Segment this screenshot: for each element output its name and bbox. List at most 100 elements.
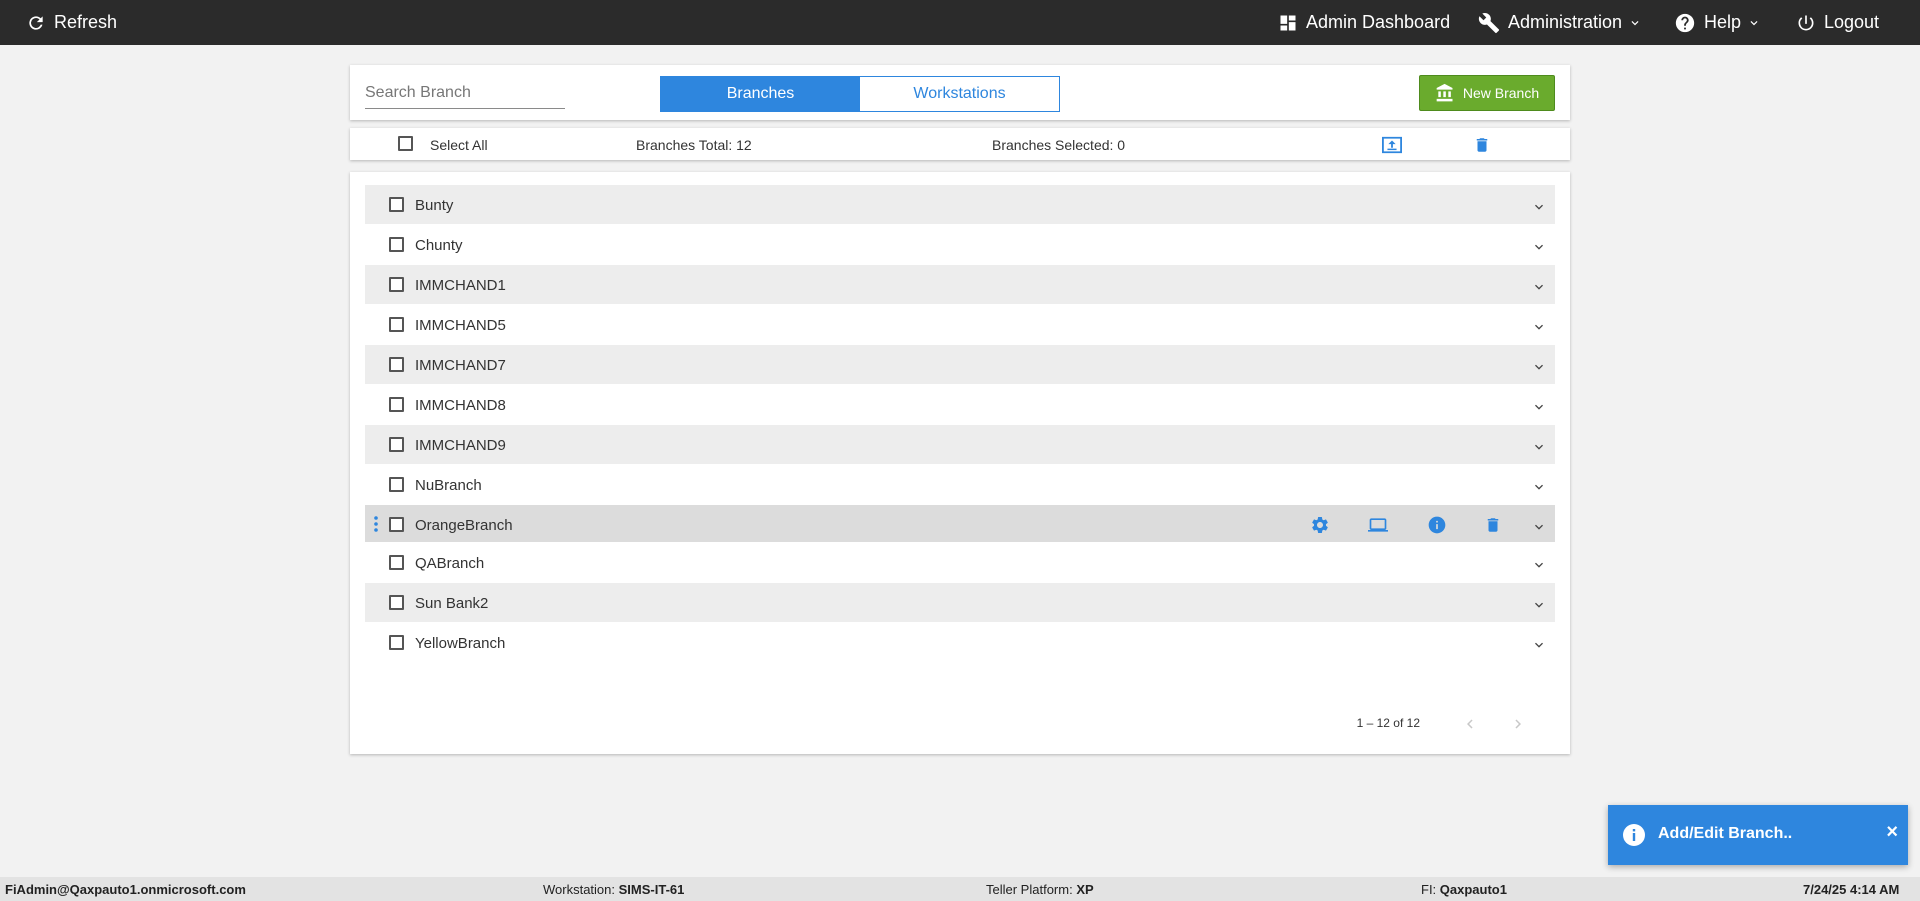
row-checkbox[interactable]: [389, 357, 404, 372]
trash-icon: [1487, 518, 1499, 532]
chevron-down-icon[interactable]: [1531, 319, 1547, 335]
fi-value: Qaxpauto1: [1439, 882, 1507, 897]
current-user: FiAdmin@Qaxpauto1.onmicrosoft.com: [5, 882, 246, 897]
help-menu[interactable]: Help: [1674, 0, 1761, 45]
chevron-down-icon[interactable]: [1531, 557, 1547, 573]
row-checkbox[interactable]: [389, 397, 404, 412]
row-checkbox[interactable]: [389, 635, 404, 650]
branch-name: QABranch: [415, 555, 485, 572]
info-icon: [1623, 824, 1645, 846]
bank-icon: [1436, 83, 1453, 102]
status-bar: FiAdmin@Qaxpauto1.onmicrosoft.com Workst…: [0, 877, 1920, 901]
trash-icon: [1476, 138, 1488, 152]
list-item[interactable]: Chunty: [365, 225, 1555, 264]
chevron-down-icon[interactable]: [1531, 519, 1547, 535]
list-item[interactable]: OrangeBranch: [365, 505, 1555, 542]
delete-branch-button[interactable]: [1484, 515, 1502, 535]
row-checkbox[interactable]: [389, 555, 404, 570]
branch-name: Sun Bank2: [415, 595, 489, 612]
teller-platform-label: Teller Platform:: [986, 882, 1073, 897]
chevron-down-icon[interactable]: [1531, 637, 1547, 653]
refresh-button[interactable]: Refresh: [26, 0, 117, 45]
row-checkbox[interactable]: [389, 437, 404, 452]
workstations-button[interactable]: [1366, 515, 1390, 535]
toast-close-button[interactable]: ×: [1886, 821, 1898, 844]
teller-platform-value: XP: [1076, 882, 1094, 897]
branches-total: Branches Total: 12: [636, 137, 752, 153]
refresh-icon: [29, 15, 43, 30]
select-all-checkbox[interactable]: [398, 136, 413, 151]
row-checkbox[interactable]: [389, 317, 404, 332]
chevron-down-icon[interactable]: [1531, 439, 1547, 455]
chevron-down-icon[interactable]: [1531, 199, 1547, 215]
chevron-down-icon[interactable]: [1531, 479, 1547, 495]
info-button[interactable]: [1427, 515, 1447, 535]
chevron-down-icon: [1631, 20, 1639, 25]
list-item[interactable]: QABranch: [365, 543, 1555, 582]
branch-name: YellowBranch: [415, 635, 506, 652]
list-item[interactable]: Bunty: [365, 185, 1555, 224]
logout-button[interactable]: Logout: [1796, 0, 1879, 45]
drag-handle-icon[interactable]: [373, 516, 379, 532]
dashboard-icon: [1280, 15, 1296, 30]
list-item[interactable]: IMMCHAND7: [365, 345, 1555, 384]
power-icon: [1798, 15, 1814, 30]
row-checkbox[interactable]: [389, 237, 404, 252]
row-checkbox[interactable]: [389, 477, 404, 492]
row-checkbox[interactable]: [389, 595, 404, 610]
previous-page-button[interactable]: [1460, 714, 1480, 734]
list-item[interactable]: IMMCHAND8: [365, 385, 1555, 424]
list-item[interactable]: YellowBranch: [365, 623, 1555, 662]
branch-name: IMMCHAND8: [415, 397, 506, 414]
admin-dashboard-label: Admin Dashboard: [1306, 12, 1451, 32]
next-page-button[interactable]: [1508, 714, 1528, 734]
admin-dashboard-link[interactable]: Admin Dashboard: [1278, 0, 1450, 45]
paginator: 1 – 12 of 12: [350, 714, 1570, 734]
settings-button[interactable]: [1310, 515, 1330, 535]
help-icon: [1675, 13, 1695, 32]
refresh-label: Refresh: [54, 12, 118, 32]
export-button[interactable]: [1380, 134, 1404, 156]
row-checkbox[interactable]: [389, 277, 404, 292]
branches-selected: Branches Selected: 0: [992, 137, 1126, 153]
branch-name: Chunty: [415, 237, 463, 254]
branch-name: IMMCHAND1: [415, 277, 506, 294]
list-item[interactable]: NuBranch: [365, 465, 1555, 504]
laptop-icon: [1368, 518, 1388, 532]
chevron-down-icon[interactable]: [1531, 279, 1547, 295]
delete-selected-button[interactable]: [1472, 134, 1492, 156]
chevron-right-icon: [1515, 719, 1521, 729]
list-item[interactable]: IMMCHAND1: [365, 265, 1555, 304]
workstation-value: SIMS-IT-61: [618, 882, 685, 897]
chevron-down-icon[interactable]: [1531, 239, 1547, 255]
wrench-icon: [1478, 12, 1500, 33]
list-item[interactable]: Sun Bank2: [365, 583, 1555, 622]
logout-label: Logout: [1824, 12, 1880, 32]
administration-menu[interactable]: Administration: [1478, 0, 1642, 45]
toast-message: Add/Edit Branch..: [1658, 825, 1793, 842]
toast-notification: Add/Edit Branch.. ×: [1608, 805, 1908, 865]
list-item[interactable]: IMMCHAND9: [365, 425, 1555, 464]
chevron-down-icon[interactable]: [1531, 399, 1547, 415]
view-tabs: Branches Workstations: [660, 76, 1060, 112]
chevron-down-icon[interactable]: [1531, 597, 1547, 613]
top-nav-bar: Refresh Admin Dashboard Administration H…: [0, 0, 1920, 45]
branch-name: Bunty: [415, 197, 454, 214]
tab-branches[interactable]: Branches: [661, 77, 860, 111]
upload-icon: [1382, 136, 1402, 154]
search-branch-input[interactable]: [365, 79, 565, 109]
branch-list: Bunty Chunty IMMCHAND1 IMMCHAND5 IMMCHAN…: [350, 172, 1570, 754]
branch-toolbar: Branches Workstations New Branch: [350, 65, 1570, 120]
branch-name: IMMCHAND9: [415, 437, 506, 454]
info-icon: [1428, 516, 1446, 534]
tab-workstations[interactable]: Workstations: [860, 77, 1059, 111]
list-item[interactable]: IMMCHAND5: [365, 305, 1555, 344]
branch-name: NuBranch: [415, 477, 482, 494]
administration-label: Administration: [1508, 12, 1623, 32]
new-branch-button[interactable]: New Branch: [1419, 75, 1555, 111]
row-checkbox[interactable]: [389, 197, 404, 212]
select-all-label: Select All: [430, 137, 488, 153]
new-branch-label: New Branch: [1462, 85, 1540, 101]
chevron-down-icon[interactable]: [1531, 359, 1547, 375]
row-checkbox[interactable]: [389, 517, 404, 532]
